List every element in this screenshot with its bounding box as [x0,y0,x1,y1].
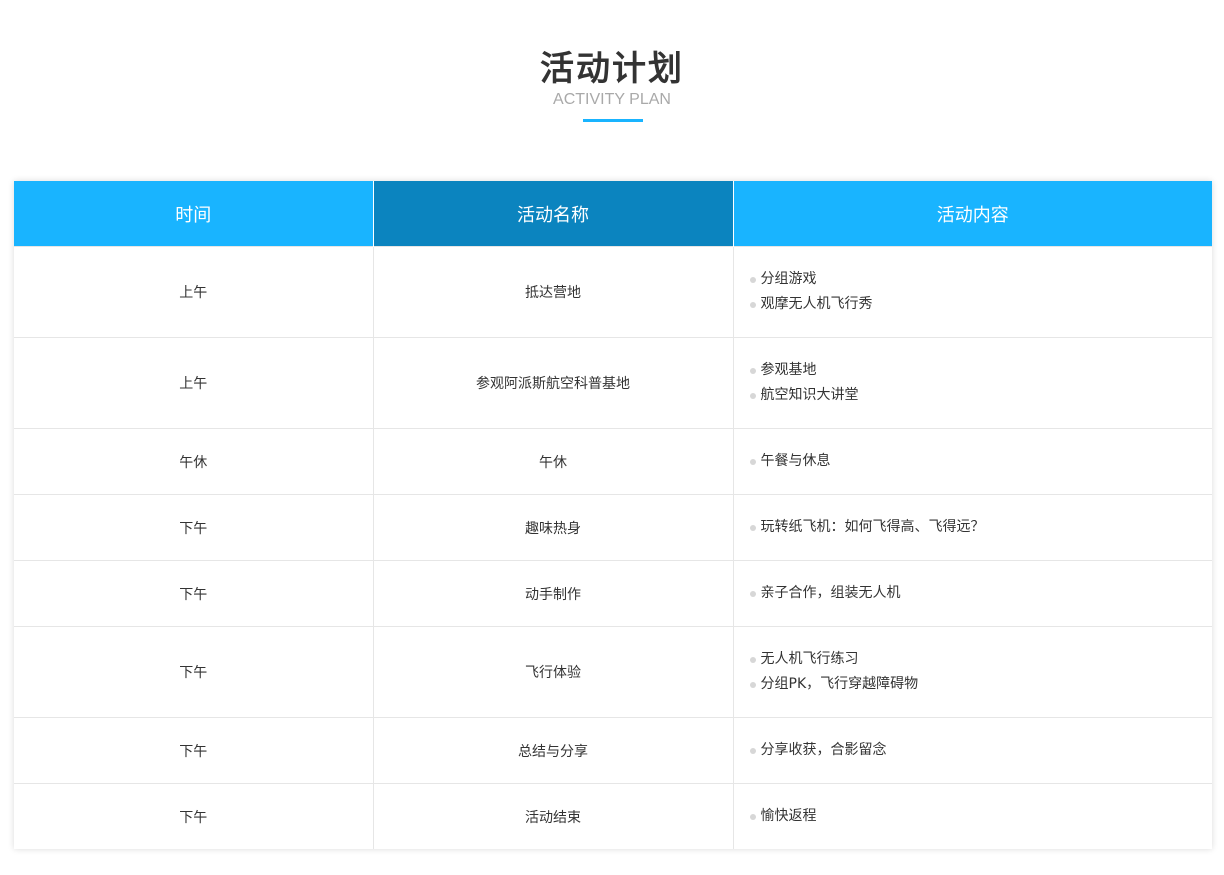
cell-time: 下午 [14,717,373,784]
content-list: 愉快返程 [749,804,1213,829]
cell-time: 下午 [14,560,373,627]
list-item-text: 玩转纸飞机：如何飞得高、飞得远？ [760,519,985,535]
column-header-activity-name[interactable]: 活动名称 [372,181,733,247]
list-item-text: 愉快返程 [760,808,817,824]
bullet-dot-icon [749,814,756,820]
bullet-dot-icon [749,368,756,374]
cell-activity-content: 分组游戏 观摩无人机飞行秀 [732,246,1213,338]
cell-activity-name: 趣味热身 [372,494,733,561]
table-row: 下午 活动结束 愉快返程 [14,783,1213,849]
cell-activity-name: 总结与分享 [372,717,733,784]
bullet-dot-icon [749,302,756,308]
list-item-text: 分享收获，合影留念 [760,742,887,758]
cell-activity-content: 亲子合作，组装无人机 [732,560,1213,627]
list-item-text: 航空知识大讲堂 [760,387,859,403]
list-item: 愉快返程 [749,804,1213,829]
bullet-dot-icon [749,393,756,399]
cell-activity-name: 飞行体验 [372,626,733,718]
list-item: 分享收获，合影留念 [749,738,1213,763]
table-row: 上午 抵达营地 分组游戏 观摩无人机飞行秀 [14,246,1213,338]
cell-activity-name: 活动结束 [372,783,733,849]
column-header-activity-content[interactable]: 活动内容 [732,181,1212,247]
cell-activity-name: 动手制作 [372,560,733,627]
cell-time: 上午 [14,337,373,429]
content-list: 参观基地 航空知识大讲堂 [749,358,1213,408]
cell-time: 下午 [14,494,373,561]
list-item: 观摩无人机飞行秀 [749,292,1213,317]
column-header-time[interactable]: 时间 [14,181,373,247]
list-item: 参观基地 [749,358,1213,383]
list-item-text: 参观基地 [760,362,817,378]
table-row: 下午 飞行体验 无人机飞行练习 分组PK，飞行穿越障碍物 [14,626,1213,718]
cell-activity-content: 无人机飞行练习 分组PK，飞行穿越障碍物 [732,626,1213,718]
cell-time: 下午 [14,783,373,849]
list-item: 分组游戏 [749,267,1213,292]
content-list: 玩转纸飞机：如何飞得高、飞得远？ [749,515,1213,540]
activity-plan-table: 时间 活动名称 活动内容 上午 抵达营地 分组游戏 观摩无人机飞行秀 上午 参观… [14,181,1212,849]
cell-activity-content: 午餐与休息 [732,428,1213,495]
table-row: 下午 总结与分享 分享收获，合影留念 [14,717,1213,784]
table-header-row: 时间 活动名称 活动内容 [14,181,1212,247]
list-item: 无人机飞行练习 [749,647,1213,672]
table-row: 午休 午休 午餐与休息 [14,428,1213,495]
list-item: 玩转纸飞机：如何飞得高、飞得远？ [749,515,1213,540]
cell-activity-name: 午休 [372,428,733,495]
cell-activity-content: 分享收获，合影留念 [732,717,1213,784]
list-item-text: 分组PK，飞行穿越障碍物 [760,676,919,692]
cell-activity-content: 愉快返程 [732,783,1213,849]
bullet-dot-icon [749,459,756,465]
page-title: 活动计划 [540,49,684,89]
list-item-text: 分组游戏 [760,271,817,287]
table-row: 下午 趣味热身 玩转纸飞机：如何飞得高、飞得远？ [14,494,1213,561]
table-row: 下午 动手制作 亲子合作，组装无人机 [14,560,1213,627]
page-subtitle: ACTIVITY PLAN [553,91,671,108]
bullet-dot-icon [749,682,756,688]
list-item-text: 无人机飞行练习 [760,651,859,667]
content-list: 分组游戏 观摩无人机飞行秀 [749,267,1213,317]
content-list: 分享收获，合影留念 [749,738,1213,763]
content-list: 亲子合作，组装无人机 [749,581,1213,606]
bullet-dot-icon [749,277,756,283]
cell-activity-name: 参观阿派斯航空科普基地 [372,337,733,429]
list-item: 航空知识大讲堂 [749,383,1213,408]
list-item: 分组PK，飞行穿越障碍物 [749,672,1213,697]
content-list: 无人机飞行练习 分组PK，飞行穿越障碍物 [749,647,1213,697]
bullet-dot-icon [749,748,756,754]
cell-activity-name: 抵达营地 [372,246,733,338]
list-item-text: 午餐与休息 [760,453,831,469]
list-item: 亲子合作，组装无人机 [749,581,1213,606]
content-list: 午餐与休息 [749,449,1213,474]
bullet-dot-icon [749,525,756,531]
cell-time: 午休 [14,428,373,495]
bullet-dot-icon [749,591,756,597]
cell-activity-content: 参观基地 航空知识大讲堂 [732,337,1213,429]
cell-activity-content: 玩转纸飞机：如何飞得高、飞得远？ [732,494,1213,561]
title-underline [583,119,643,122]
list-item-text: 亲子合作，组装无人机 [760,585,901,601]
list-item-text: 观摩无人机飞行秀 [760,296,873,312]
cell-time: 下午 [14,626,373,718]
cell-time: 上午 [14,246,373,338]
list-item: 午餐与休息 [749,449,1213,474]
table-row: 上午 参观阿派斯航空科普基地 参观基地 航空知识大讲堂 [14,337,1213,429]
bullet-dot-icon [749,657,756,663]
